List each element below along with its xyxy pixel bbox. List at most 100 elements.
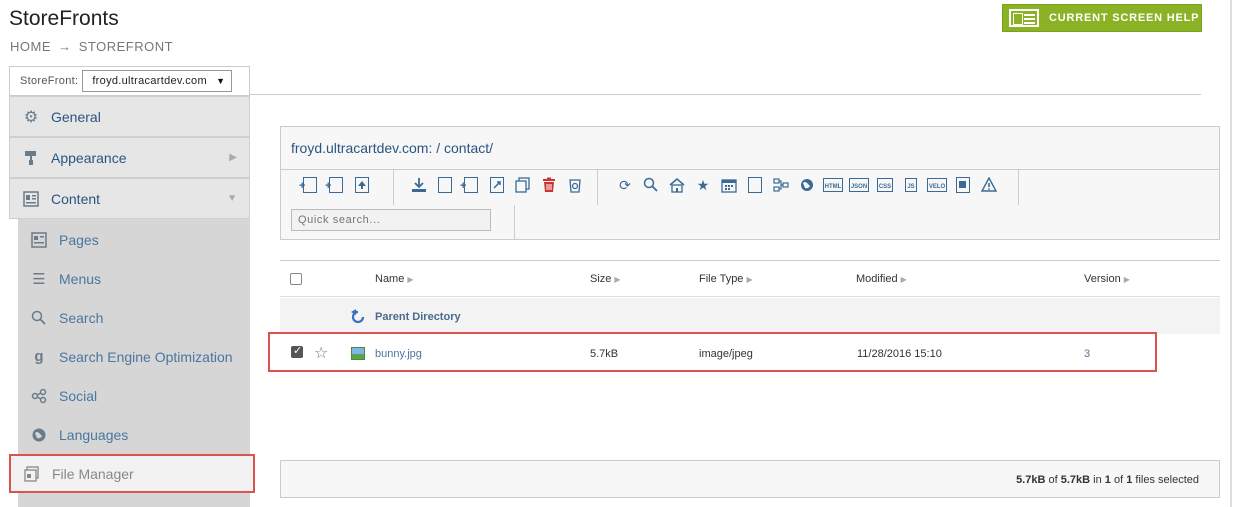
- calendar-icon[interactable]: [720, 176, 738, 194]
- file-type: image/jpeg: [699, 348, 753, 360]
- sidebar-subitem-label: Search: [59, 309, 104, 326]
- restore-icon[interactable]: [566, 176, 584, 194]
- table-header: Name ▶ Size ▶ File Type ▶ Modified ▶ Version…: [280, 261, 1220, 297]
- move-icon[interactable]: [488, 176, 506, 194]
- menu-icon: ☰: [32, 270, 46, 288]
- new-folder-icon[interactable]: [325, 176, 345, 194]
- sitemap-icon[interactable]: [772, 176, 790, 194]
- sidebar-subitem-search[interactable]: Search: [18, 298, 250, 337]
- sidebar-subitem-seo[interactable]: g Search Engine Optimization: [18, 337, 250, 376]
- selection-summary: 5.7kB of 5.7kB in 1 of 1 files selected: [1016, 474, 1199, 486]
- sidebar-subitem-label: Pages: [59, 231, 99, 248]
- breadcrumb: HOME → STOREFRONT: [10, 39, 173, 54]
- seo-icon: g: [34, 348, 44, 365]
- sidebar-subitem-label: Languages: [59, 426, 129, 443]
- sidebar-item-file-manager[interactable]: File Manager: [9, 454, 255, 493]
- toolbar-edit-group: [410, 173, 592, 197]
- sidebar-subitem-social[interactable]: Social: [18, 376, 250, 415]
- globe-icon: [30, 426, 48, 444]
- row-checkbox[interactable]: [291, 344, 303, 358]
- storefront-selector: StoreFront: froyd.ultracartdev.com ▼: [9, 66, 250, 96]
- file-modified: 11/28/2016 15:10: [857, 348, 942, 360]
- storefront-label: StoreFront:: [20, 75, 79, 87]
- breadcrumb-arrow: →: [58, 39, 72, 54]
- status-bar: 5.7kB of 5.7kB in 1 of 1 files selected: [280, 460, 1220, 498]
- sidebar-subitem-languages[interactable]: Languages: [18, 415, 250, 454]
- sidebar-item-label: File Manager: [52, 465, 134, 482]
- search-icon[interactable]: [642, 176, 660, 194]
- blank-page-icon[interactable]: [746, 176, 764, 194]
- velo-file-icon[interactable]: VELO: [926, 176, 948, 194]
- toolbar-separator: [393, 169, 394, 205]
- sidebar-subitem-label: Social: [59, 387, 98, 404]
- parent-directory-row[interactable]: Parent Directory: [280, 298, 1220, 334]
- column-header-version[interactable]: Version ▶: [1084, 273, 1130, 285]
- sidebar-item-label: Appearance: [51, 149, 127, 166]
- gear-icon: ⚙: [23, 108, 39, 126]
- select-all-checkbox[interactable]: [290, 273, 302, 285]
- paint-roller-icon: [22, 149, 40, 167]
- column-header-name[interactable]: Name ▶: [375, 273, 414, 285]
- paste-icon[interactable]: [460, 176, 480, 194]
- quick-search-input[interactable]: [291, 209, 491, 231]
- star-icon[interactable]: ★: [694, 176, 712, 194]
- column-header-size[interactable]: Size ▶: [590, 273, 621, 285]
- sidebar-item-label: Content: [51, 190, 101, 207]
- page-title: StoreFronts: [9, 7, 119, 30]
- image-icon[interactable]: [954, 176, 972, 194]
- toolbar-separator: [514, 205, 515, 239]
- current-screen-help-button[interactable]: CURRENT SCREEN HELP: [1002, 4, 1202, 32]
- json-file-icon[interactable]: JSON: [848, 176, 870, 194]
- sidebar-item-content[interactable]: Content ▼: [9, 178, 250, 219]
- duplicate-icon[interactable]: [514, 176, 532, 194]
- breadcrumb-home[interactable]: HOME: [10, 39, 51, 54]
- sidebar-subitem-label: Search Engine Optimization: [59, 348, 233, 365]
- image-file-icon: [351, 347, 365, 360]
- toolbar-separator: [1018, 169, 1019, 205]
- upload-file-icon[interactable]: [353, 176, 371, 194]
- page-right-border: [1230, 0, 1232, 507]
- breadcrumb-storefront: STOREFRONT: [78, 39, 174, 54]
- js-file-icon[interactable]: JS: [902, 176, 920, 194]
- chevron-down-icon: ▼: [227, 193, 237, 204]
- new-file-icon[interactable]: [299, 176, 319, 194]
- html-file-icon[interactable]: HTML: [822, 176, 844, 194]
- file-version[interactable]: 3: [1084, 348, 1090, 360]
- sidebar-subitem-label: Menus: [59, 270, 102, 287]
- home-icon[interactable]: [668, 176, 686, 194]
- caret-down-icon: ▼: [216, 76, 226, 86]
- file-manager-panel: froyd.ultracartdev.com: / contact/ ⟳: [280, 126, 1220, 240]
- column-header-file-type[interactable]: File Type ▶: [699, 273, 753, 285]
- content-icon: [22, 190, 40, 208]
- sidebar-subitem-pages[interactable]: Pages: [18, 220, 250, 259]
- favorite-star-icon[interactable]: ☆: [314, 343, 328, 363]
- sidebar-item-appearance[interactable]: Appearance ▶: [9, 137, 250, 178]
- toolbar-view-group: ⟳ ★ HTML JSON CSS JS VELO: [616, 173, 1006, 197]
- refresh-icon[interactable]: ⟳: [616, 176, 634, 194]
- css-file-icon[interactable]: CSS: [876, 176, 894, 194]
- warning-icon[interactable]: [980, 176, 998, 194]
- screen-help-icon: [1009, 9, 1039, 27]
- sidebar-item-label: General: [51, 108, 101, 125]
- copy-icon[interactable]: [436, 176, 454, 194]
- social-icon: [30, 387, 48, 405]
- file-name[interactable]: bunny.jpg: [375, 348, 422, 360]
- pages-icon: [30, 231, 48, 249]
- storefront-select[interactable]: froyd.ultracartdev.com ▼: [82, 70, 233, 92]
- search-icon: [30, 309, 48, 327]
- parent-directory-label: Parent Directory: [375, 311, 461, 323]
- trash-icon[interactable]: [540, 176, 558, 194]
- toolbar-create-group: [299, 173, 379, 197]
- current-path: froyd.ultracartdev.com: / contact/: [291, 140, 494, 156]
- chevron-right-icon: ▶: [229, 152, 237, 163]
- table-row[interactable]: ☆ bunny.jpg 5.7kB image/jpeg 11/28/2016 …: [268, 332, 1157, 372]
- path-divider: [281, 169, 1219, 170]
- help-button-label: CURRENT SCREEN HELP: [1049, 12, 1200, 24]
- download-icon[interactable]: [410, 176, 428, 194]
- sidebar-item-general[interactable]: ⚙ General: [9, 96, 250, 137]
- file-size: 5.7kB: [590, 348, 619, 360]
- column-header-modified[interactable]: Modified ▶: [856, 273, 907, 285]
- storefront-select-value: froyd.ultracartdev.com: [92, 75, 207, 87]
- globe-icon[interactable]: [798, 176, 816, 194]
- sidebar-subitem-menus[interactable]: ☰ Menus: [18, 259, 250, 298]
